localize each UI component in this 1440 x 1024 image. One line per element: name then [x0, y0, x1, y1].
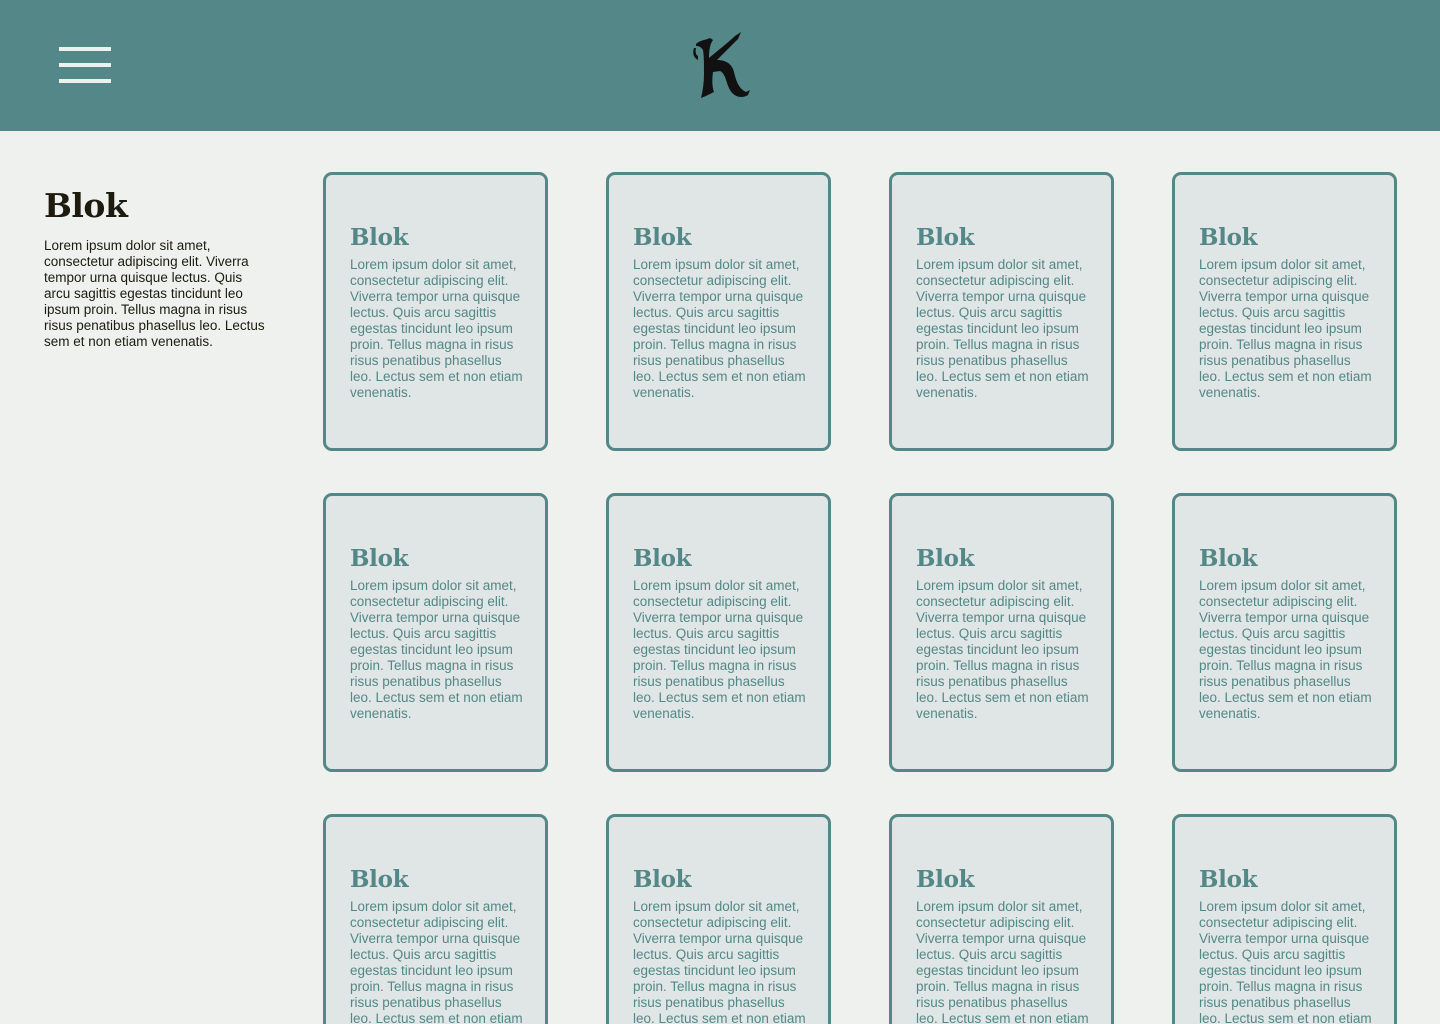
card-title: Blok [350, 545, 409, 572]
page-title: Blok [44, 186, 128, 225]
card-title: Blok [916, 545, 975, 572]
card-4[interactable]: Blok Lorem ipsum dolor sit amet, consect… [1172, 172, 1397, 451]
card-text: Lorem ipsum dolor sit amet, consectetur … [1199, 257, 1372, 400]
site-header [0, 0, 1440, 131]
card-8[interactable]: Blok Lorem ipsum dolor sit amet, consect… [1172, 493, 1397, 772]
intro-text: Lorem ipsum dolor sit amet, consectetur … [44, 238, 265, 349]
intro-section: Blok Lorem ipsum dolor sit amet, consect… [44, 184, 269, 350]
card-title: Blok [916, 866, 975, 893]
hamburger-menu-icon[interactable] [59, 46, 111, 84]
card-7[interactable]: Blok Lorem ipsum dolor sit amet, consect… [889, 493, 1114, 772]
card-12[interactable]: Blok Lorem ipsum dolor sit amet, consect… [1172, 814, 1397, 1024]
card-text: Lorem ipsum dolor sit amet, consectetur … [916, 578, 1089, 721]
card-10[interactable]: Blok Lorem ipsum dolor sit amet, consect… [606, 814, 831, 1024]
card-title: Blok [1199, 866, 1258, 893]
card-title: Blok [633, 545, 692, 572]
card-text: Lorem ipsum dolor sit amet, consectetur … [916, 257, 1089, 400]
card-1[interactable]: Blok Lorem ipsum dolor sit amet, consect… [323, 172, 548, 451]
card-text: Lorem ipsum dolor sit amet, consectetur … [350, 578, 523, 721]
card-title: Blok [1199, 224, 1258, 251]
card-title: Blok [633, 866, 692, 893]
card-text: Lorem ipsum dolor sit amet, consectetur … [350, 899, 523, 1024]
card-text: Lorem ipsum dolor sit amet, consectetur … [633, 578, 806, 721]
card-title: Blok [350, 866, 409, 893]
card-title: Blok [350, 224, 409, 251]
card-text: Lorem ipsum dolor sit amet, consectetur … [1199, 899, 1372, 1024]
card-5[interactable]: Blok Lorem ipsum dolor sit amet, consect… [323, 493, 548, 772]
card-3[interactable]: Blok Lorem ipsum dolor sit amet, consect… [889, 172, 1114, 451]
card-text: Lorem ipsum dolor sit amet, consectetur … [916, 899, 1089, 1024]
card-text: Lorem ipsum dolor sit amet, consectetur … [350, 257, 523, 400]
blackletter-k-logo [693, 32, 750, 98]
card-2[interactable]: Blok Lorem ipsum dolor sit amet, consect… [606, 172, 831, 451]
menu-bar [59, 63, 111, 67]
card-text: Lorem ipsum dolor sit amet, consectetur … [633, 899, 806, 1024]
card-text: Lorem ipsum dolor sit amet, consectetur … [1199, 578, 1372, 721]
menu-bar [59, 79, 111, 83]
card-title: Blok [633, 224, 692, 251]
card-title: Blok [916, 224, 975, 251]
card-11[interactable]: Blok Lorem ipsum dolor sit amet, consect… [889, 814, 1114, 1024]
menu-bar [59, 47, 111, 51]
card-title: Blok [1199, 545, 1258, 572]
card-9[interactable]: Blok Lorem ipsum dolor sit amet, consect… [323, 814, 548, 1024]
card-text: Lorem ipsum dolor sit amet, consectetur … [633, 257, 806, 400]
logo-icon[interactable] [686, 30, 756, 102]
card-6[interactable]: Blok Lorem ipsum dolor sit amet, consect… [606, 493, 831, 772]
